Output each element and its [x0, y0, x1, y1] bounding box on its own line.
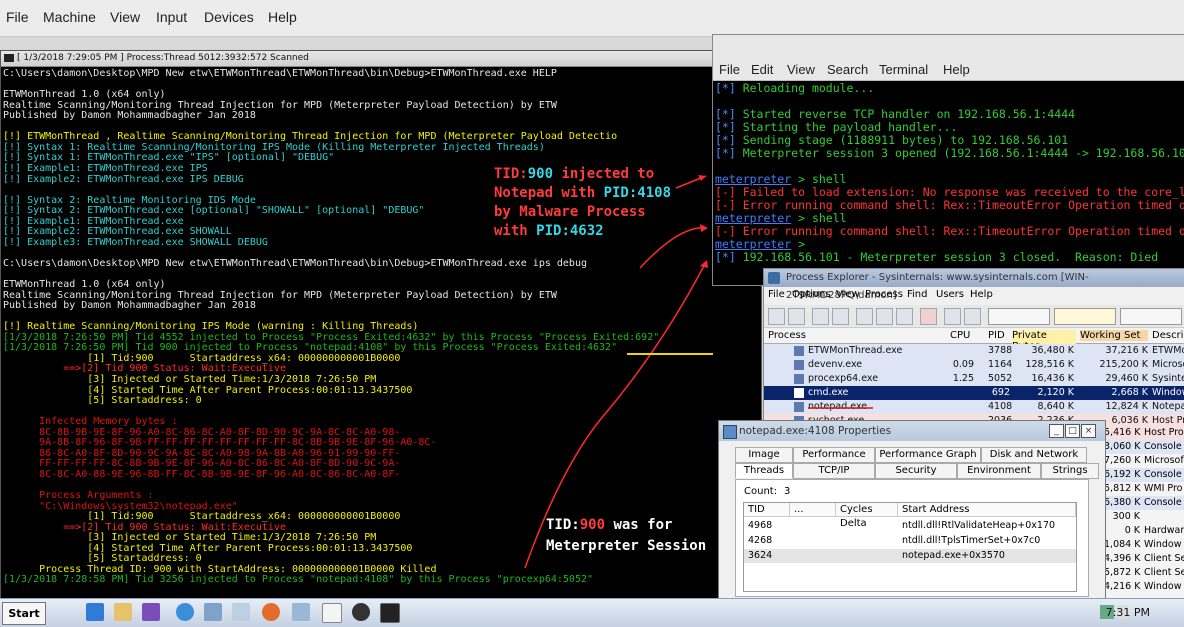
annotation-overlay	[524, 175, 873, 569]
ie-icon[interactable]	[176, 603, 194, 621]
arrowhead-icon	[700, 224, 708, 232]
firefox-icon[interactable]	[262, 603, 280, 621]
folder-icon[interactable]	[114, 603, 132, 621]
app-icon[interactable]	[232, 603, 250, 621]
bug-icon[interactable]	[352, 603, 370, 621]
arrowhead-icon	[700, 260, 708, 268]
powershell-icon[interactable]	[86, 603, 104, 621]
start-button[interactable]: Start	[2, 602, 46, 625]
arrow-to-session-closed	[639, 227, 707, 269]
clock[interactable]: 7:31 PM	[1106, 606, 1150, 619]
app-icon-2[interactable]	[292, 603, 310, 621]
explorer-icon[interactable]	[204, 603, 222, 621]
arrow-to-meterpreter	[524, 261, 707, 569]
cmd-task-icon[interactable]	[380, 603, 400, 623]
taskbar: Start 7:31 PM	[0, 598, 1184, 627]
procexp-task-icon[interactable]	[322, 603, 342, 623]
visual-studio-icon[interactable]	[142, 603, 160, 621]
